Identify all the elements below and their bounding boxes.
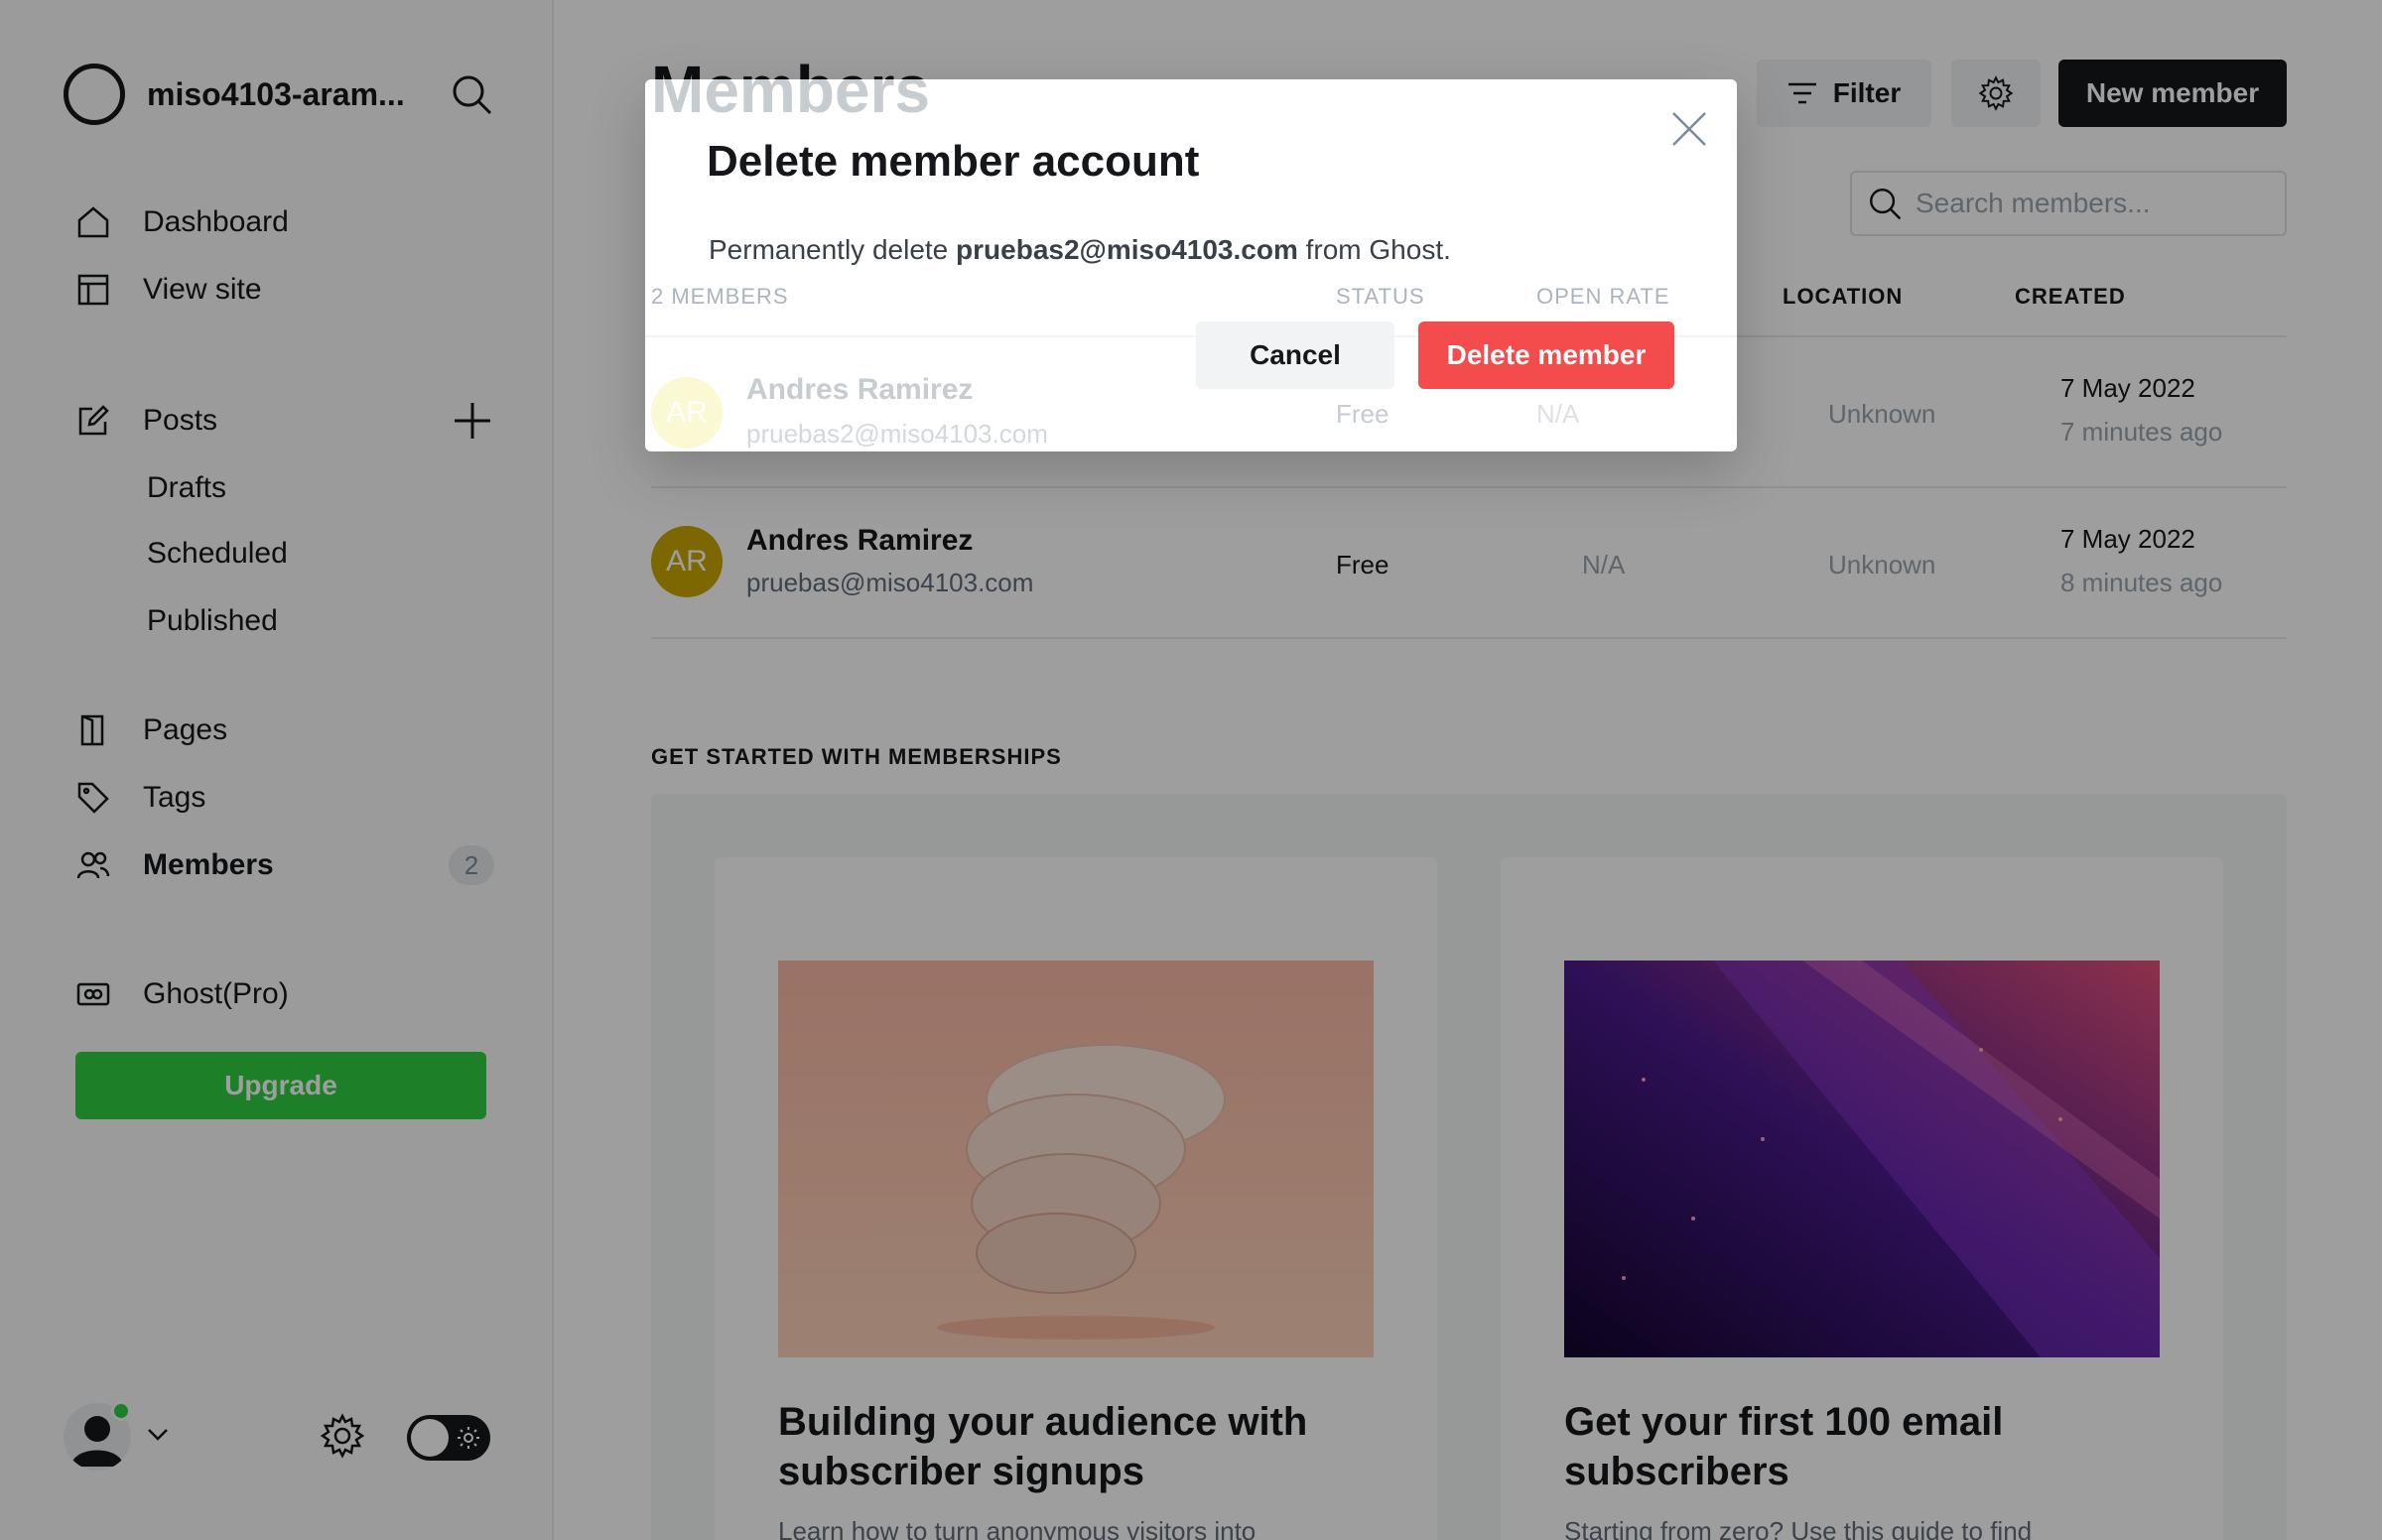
member-status-behind: Free (1336, 399, 1390, 429)
delete-member-button[interactable]: Delete member (1418, 321, 1674, 389)
message-prefix: Permanently delete (709, 234, 957, 265)
delete-member-modal: Members 2 MEMBERS STATUS OPEN RATE AR An… (645, 79, 1737, 451)
member-email-behind: pruebas2@miso4103.com (746, 419, 1048, 449)
modal-title: Delete member account (707, 137, 1200, 186)
member-open-rate-behind: N/A (1536, 399, 1580, 429)
member-avatar-behind: AR (651, 377, 723, 449)
col-status-behind: STATUS (1336, 284, 1425, 309)
page-title-behind: Members (651, 79, 930, 126)
message-suffix: from Ghost. (1297, 234, 1451, 265)
cancel-button[interactable]: Cancel (1196, 321, 1394, 389)
modal-message: Permanently delete pruebas2@miso4103.com… (709, 234, 1451, 266)
close-icon[interactable] (1667, 107, 1711, 151)
col-members-behind: 2 MEMBERS (651, 284, 789, 309)
member-name-behind: Andres Ramirez (746, 373, 974, 406)
message-email: pruebas2@miso4103.com (956, 234, 1298, 265)
col-open-rate-behind: OPEN RATE (1536, 284, 1670, 309)
